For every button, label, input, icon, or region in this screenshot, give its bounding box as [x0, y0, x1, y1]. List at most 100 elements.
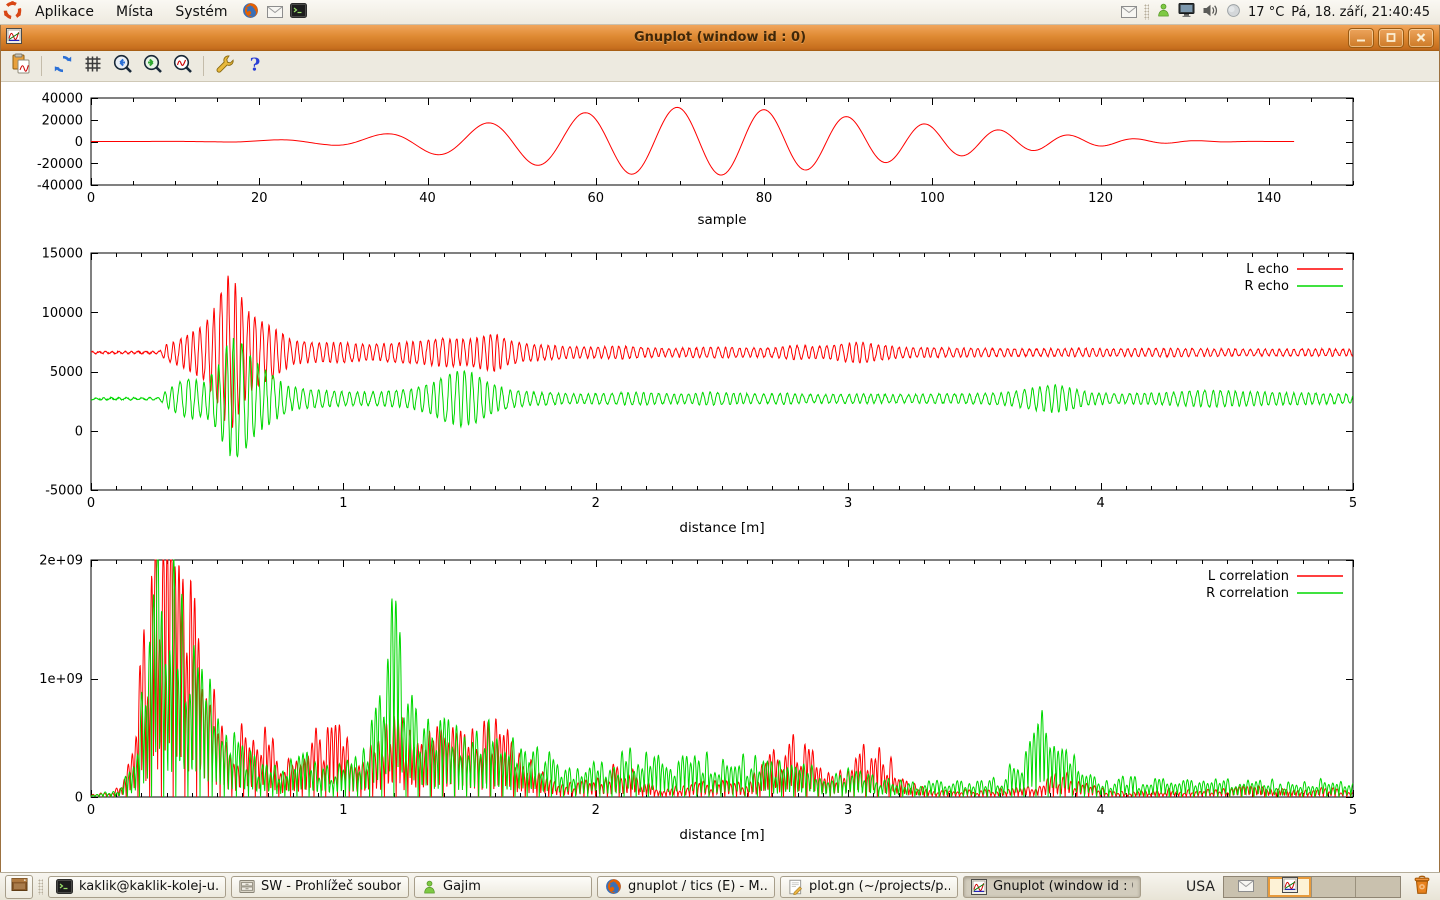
taskbar-item-editor[interactable]: plot.gn (~/projects/p...: [780, 876, 958, 898]
gnuplot-icon: [971, 879, 987, 895]
menu-places[interactable]: Místa: [105, 0, 164, 24]
help-button[interactable]: ?: [241, 53, 268, 79]
tray-gajim-icon[interactable]: [1156, 2, 1171, 22]
svg-text:-5000: -5000: [45, 484, 83, 499]
window-titlebar[interactable]: Gnuplot (window id : 0): [1, 25, 1439, 51]
svg-text:5000: 5000: [50, 365, 83, 380]
zoom-button[interactable]: [169, 53, 196, 79]
editor-icon: [788, 879, 803, 895]
svg-text:3: 3: [844, 496, 852, 511]
zoom-next-button[interactable]: [139, 53, 166, 79]
minimize-button[interactable]: [1348, 28, 1374, 48]
menu-applications[interactable]: Aplikace: [24, 0, 105, 24]
firefox-launcher-icon[interactable]: [239, 0, 263, 24]
gnuplot-window: Gnuplot (window id : 0) ? 02040608010012…: [0, 25, 1440, 872]
zoom-previous-button[interactable]: [109, 53, 136, 79]
replot-button[interactable]: [49, 53, 76, 79]
terminal-launcher-icon[interactable]: [287, 0, 311, 24]
taskbar-item-filemanager[interactable]: SW - Prohlížeč souborů: [231, 876, 409, 898]
menu-system[interactable]: Systém: [164, 0, 238, 24]
svg-text:?: ?: [249, 55, 260, 76]
clock-label[interactable]: Pá, 18. září, 21:40:45: [1291, 5, 1430, 20]
svg-text:10000: 10000: [42, 306, 83, 321]
workspace-2[interactable]: [1268, 877, 1312, 897]
svg-text:0: 0: [87, 496, 95, 511]
mail-launcher-icon[interactable]: [263, 0, 287, 24]
svg-text:1: 1: [339, 803, 347, 818]
filemanager-icon: [239, 879, 255, 894]
tray-mail-icon[interactable]: [1121, 3, 1137, 22]
weather-icon[interactable]: [1226, 3, 1241, 22]
svg-text:0: 0: [87, 191, 95, 206]
svg-text:4: 4: [1096, 496, 1104, 511]
taskbar-item-gajim[interactable]: Gajim: [414, 876, 592, 898]
svg-text:2e+09: 2e+09: [39, 554, 83, 569]
workspace-1[interactable]: [1224, 877, 1268, 897]
workspace-3[interactable]: [1312, 877, 1356, 897]
maximize-button[interactable]: [1378, 28, 1404, 48]
toolbar-separator: [41, 56, 42, 76]
chart-2: 0 1 2 3 4 5 15000 10000 5000 0 -5000 distance [m] L …: [42, 247, 1358, 537]
toolbar-separator: [203, 56, 204, 76]
tray-display-icon[interactable]: [1178, 2, 1195, 22]
plot-area: 02040608010012014040000200000-20000-4000…: [1, 82, 1439, 872]
grid-button[interactable]: [79, 53, 106, 79]
svg-text:0: 0: [87, 803, 95, 818]
svg-text:1e+09: 1e+09: [39, 672, 83, 687]
svg-text:20: 20: [251, 191, 268, 206]
svg-text:4: 4: [1096, 803, 1104, 818]
svg-text:L echo: L echo: [1246, 262, 1289, 277]
svg-text:0: 0: [75, 135, 83, 150]
svg-text:15000: 15000: [42, 247, 83, 262]
trash-icon[interactable]: [1409, 875, 1435, 899]
workspace-switcher: [1223, 876, 1401, 898]
svg-text:2: 2: [592, 496, 600, 511]
svg-text:2: 2: [592, 803, 600, 818]
svg-text:-40000: -40000: [37, 179, 83, 194]
chart-3: 01234501e+092e+09distance [m]L correlati…: [39, 554, 1357, 844]
window-title: Gnuplot (window id : 0): [1, 30, 1439, 45]
svg-text:40: 40: [419, 191, 436, 206]
workspace-4[interactable]: [1356, 877, 1400, 897]
svg-text:100: 100: [920, 191, 945, 206]
close-button[interactable]: [1408, 28, 1434, 48]
svg-text:L correlation: L correlation: [1208, 569, 1289, 584]
taskbar-items: kaklik@kaklik-kolej-u... SW - Prohlížeč …: [48, 876, 1141, 898]
temperature-label[interactable]: 17 °C: [1248, 5, 1284, 20]
settings-button[interactable]: [211, 53, 238, 79]
svg-text:40000: 40000: [42, 92, 83, 107]
chart-1: 02040608010012014040000200000-20000-4000…: [37, 92, 1354, 229]
svg-text:sample: sample: [697, 212, 746, 228]
tray-grip[interactable]: [1144, 4, 1149, 20]
svg-text:60: 60: [588, 191, 605, 206]
gnuplot-toolbar: ?: [1, 51, 1439, 82]
taskbar-right: USA: [1186, 875, 1435, 899]
svg-text:3: 3: [844, 803, 852, 818]
svg-text:20000: 20000: [42, 113, 83, 128]
svg-text:120: 120: [1088, 191, 1113, 206]
show-desktop-button[interactable]: [5, 875, 33, 899]
svg-text:5: 5: [1349, 496, 1357, 511]
svg-text:R echo: R echo: [1244, 279, 1289, 294]
svg-text:80: 80: [756, 191, 773, 206]
svg-text:R correlation: R correlation: [1206, 586, 1289, 601]
svg-text:0: 0: [75, 424, 83, 439]
tray-volume-icon[interactable]: [1202, 3, 1219, 22]
ubuntu-logo-icon[interactable]: [0, 0, 24, 24]
taskbar-item-firefox[interactable]: gnuplot / tics (E) - M...: [597, 876, 775, 898]
svg-text:1: 1: [339, 496, 347, 511]
terminal-icon: [56, 879, 73, 894]
window-controls: [1348, 28, 1434, 48]
copy-button[interactable]: [7, 53, 34, 79]
svg-text:0: 0: [75, 791, 83, 806]
taskbar-item-terminal[interactable]: kaklik@kaklik-kolej-u...: [48, 876, 226, 898]
svg-text:distance [m]: distance [m]: [679, 520, 764, 536]
gnome-top-panel: Aplikace Místa Systém 17 °C Pá, 18. září…: [0, 0, 1440, 25]
firefox-icon: [605, 878, 622, 895]
svg-text:140: 140: [1256, 191, 1281, 206]
keyboard-layout-indicator[interactable]: USA: [1186, 879, 1215, 895]
gajim-icon: [422, 879, 437, 895]
plot-canvas[interactable]: 02040608010012014040000200000-20000-4000…: [1, 82, 1440, 872]
taskbar-grip[interactable]: [38, 879, 43, 895]
taskbar-item-gnuplot[interactable]: Gnuplot (window id : 0): [963, 876, 1141, 898]
